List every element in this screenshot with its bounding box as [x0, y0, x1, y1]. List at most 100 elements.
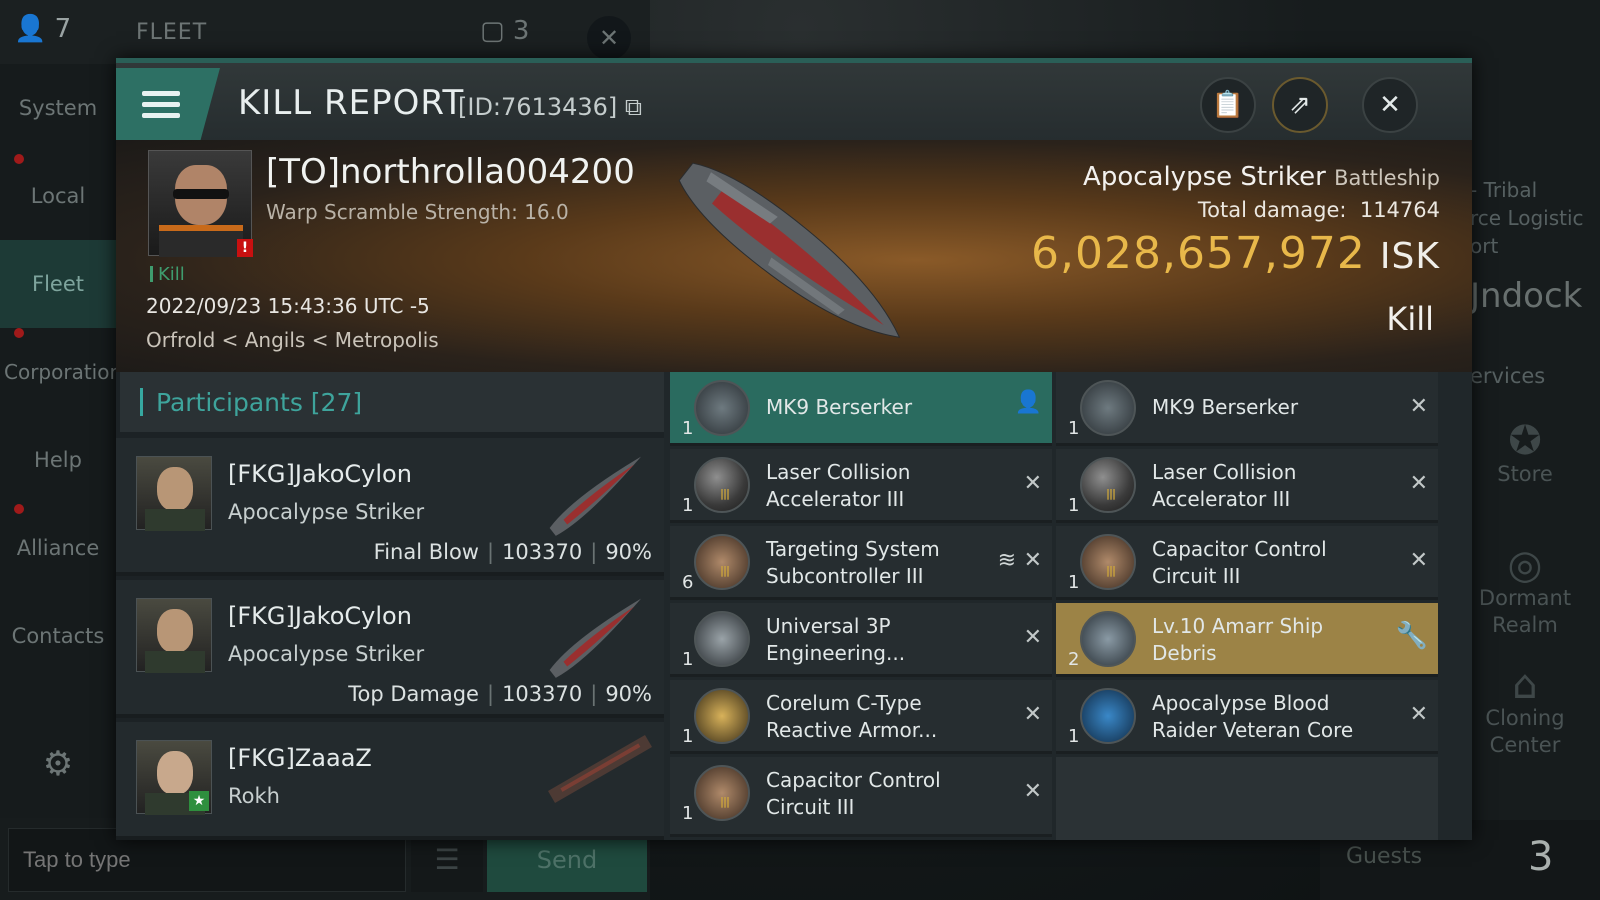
- share-icon: ⇗: [1289, 90, 1311, 120]
- participant-role: Top Damage: [348, 682, 479, 706]
- victim-avatar[interactable]: !: [148, 150, 253, 257]
- item-label: MK9 Berserker: [1152, 394, 1382, 421]
- item-quantity: 1: [1068, 495, 1080, 516]
- participant-row[interactable]: ★ [FKG]ZaaaZ Rokh: [116, 722, 664, 840]
- participants-panel: Participants [27] [FKG]JakoCylon Apocaly…: [116, 372, 664, 840]
- cloning-center-button[interactable]: ⌂ Cloning Center: [1450, 665, 1600, 759]
- isk-amount: 6,028,657,972: [1031, 228, 1366, 279]
- pilot-count-value: 7: [54, 14, 72, 44]
- implant-item-icon: [694, 611, 750, 667]
- clipboard-icon: 📋: [1211, 90, 1245, 120]
- item-label-line: Accelerator III: [1152, 487, 1291, 511]
- item-cell[interactable]: 1 MK9 Berserker 👤: [670, 372, 1052, 446]
- cloning-label: Cloning: [1485, 706, 1565, 730]
- kill-tag-label: Kill: [158, 264, 185, 285]
- kill-location[interactable]: Orfrold < Angils < Metropolis: [146, 328, 439, 352]
- item-cell[interactable]: ||| 6 Targeting System Subcontroller III …: [670, 526, 1052, 600]
- module-item-icon: [694, 765, 750, 821]
- isk-unit: ISK: [1379, 236, 1440, 277]
- nav-system[interactable]: System: [0, 64, 116, 152]
- store-button[interactable]: ✪ Store: [1450, 421, 1600, 488]
- item-quantity: 1: [682, 649, 694, 670]
- services-label: ervices: [1470, 364, 1546, 388]
- close-icon: ✕: [1379, 90, 1401, 120]
- wrench-icon: 🔧: [1395, 621, 1428, 651]
- menu-hamburger-icon[interactable]: [116, 68, 220, 145]
- participants-title: Participants [27]: [156, 388, 363, 417]
- stack-layers-icon: ≋: [997, 548, 1016, 573]
- station-name: - Tribal rce Logistic ort: [1470, 176, 1584, 260]
- nav-alliance[interactable]: Alliance: [0, 504, 116, 592]
- copy-icon[interactable]: ⧉: [617, 93, 642, 121]
- item-label-line: MK9 Berserker: [1152, 395, 1299, 419]
- nav-help[interactable]: Help: [0, 416, 116, 504]
- participant-name: [FKG]JakoCylon: [228, 602, 412, 630]
- drone-item-icon: [694, 380, 750, 436]
- item-cell[interactable]: ||| 1 Laser Collision Accelerator III ✕: [670, 449, 1052, 523]
- dormant-realm-button[interactable]: ◎ Dormant Realm: [1450, 545, 1600, 639]
- destroyed-x-icon: ✕: [1409, 394, 1428, 419]
- item-label-line: Laser Collision: [1152, 460, 1297, 484]
- item-label: Apocalypse Blood Raider Veteran Core: [1152, 690, 1382, 744]
- item-cell[interactable]: 1 Apocalypse Blood Raider Veteran Core ✕: [1056, 680, 1438, 754]
- item-cell[interactable]: ||| 1 Laser Collision Accelerator III ✕: [1056, 449, 1438, 523]
- fleet-square-count[interactable]: ▢ 3: [480, 16, 529, 46]
- item-cell[interactable]: 1 MK9 Berserker ✕: [1056, 372, 1438, 446]
- item-label: Laser Collision Accelerator III: [766, 459, 996, 513]
- item-cell[interactable]: 1 Universal 3P Engineering... ✕: [670, 603, 1052, 677]
- guests-label: Guests: [1346, 844, 1423, 869]
- alert-icon: !: [237, 239, 253, 257]
- undock-button[interactable]: Jndock: [1470, 276, 1582, 316]
- report-clipboard-button[interactable]: 📋: [1200, 77, 1256, 133]
- fleet-close-button[interactable]: ✕: [587, 16, 631, 60]
- item-quantity: 1: [682, 803, 694, 824]
- item-cell[interactable]: ||| 1 Capacitor Control Circuit III ✕: [670, 757, 1052, 837]
- page-title: KILL REPORT: [238, 83, 465, 123]
- destroyed-x-icon: ✕: [1023, 548, 1042, 573]
- star-badge-icon: ★: [189, 791, 209, 811]
- participant-avatar: [136, 456, 212, 531]
- participant-ship-image: [548, 734, 652, 804]
- dormant-label: Realm: [1492, 613, 1558, 637]
- item-cell[interactable]: 2 Lv.10 Amarr Ship Debris 🔧: [1056, 603, 1438, 677]
- victim-ship-class: Battleship: [1334, 166, 1440, 190]
- victim-name[interactable]: [TO]northrolla004200: [266, 152, 635, 192]
- victim-ship-image: [678, 162, 901, 338]
- hamburger-line: [142, 113, 180, 118]
- nav-contacts[interactable]: Contacts: [0, 592, 116, 680]
- item-label: Capacitor Control Circuit III: [1152, 536, 1382, 590]
- item-label: Lv.10 Amarr Ship Debris: [1152, 613, 1382, 667]
- hamburger-line: [142, 91, 180, 96]
- item-quantity: 1: [1068, 418, 1080, 439]
- participant-row[interactable]: [FKG]JakoCylon Apocalypse Striker Top Da…: [116, 580, 664, 718]
- item-quantity: 2: [1068, 649, 1080, 670]
- item-quantity: 1: [682, 418, 694, 439]
- nav-local[interactable]: Local: [0, 152, 116, 240]
- kill-tag-bar: [150, 266, 153, 282]
- item-label: Capacitor Control Circuit III: [766, 767, 996, 821]
- kill-id-value: [ID:7613436]: [458, 93, 618, 121]
- share-button[interactable]: ⇗: [1272, 77, 1328, 133]
- cloning-label: Center: [1489, 733, 1561, 757]
- item-label: Targeting System Subcontroller III: [766, 536, 996, 590]
- item-cell[interactable]: 1 Corelum C-Type Reactive Armor... ✕: [670, 680, 1052, 754]
- participants-header[interactable]: Participants [27]: [116, 372, 664, 432]
- fleet-title: FLEET: [136, 20, 208, 45]
- armor-item-icon: [694, 688, 750, 744]
- participant-row[interactable]: [FKG]JakoCylon Apocalypse Striker Final …: [116, 438, 664, 576]
- item-label-line: Accelerator III: [766, 487, 905, 511]
- nav-corporation[interactable]: Corporation: [0, 328, 122, 416]
- avatar-body: [145, 651, 205, 673]
- close-button[interactable]: ✕: [1362, 77, 1418, 133]
- nav-fleet[interactable]: Fleet: [0, 240, 116, 328]
- item-label-line: Debris: [1152, 641, 1217, 665]
- kill-id[interactable]: [ID:7613436] ⧉: [458, 93, 642, 121]
- avatar-face: [157, 751, 193, 795]
- guests-count: 3: [1528, 834, 1554, 880]
- avatar-body: [159, 225, 243, 257]
- item-quantity: 1: [682, 726, 694, 747]
- settings-gear-icon[interactable]: ⚙: [0, 720, 116, 808]
- participant-avatar: [136, 598, 212, 673]
- participants-header-bar: [140, 388, 143, 416]
- item-cell[interactable]: ||| 1 Capacitor Control Circuit III ✕: [1056, 526, 1438, 600]
